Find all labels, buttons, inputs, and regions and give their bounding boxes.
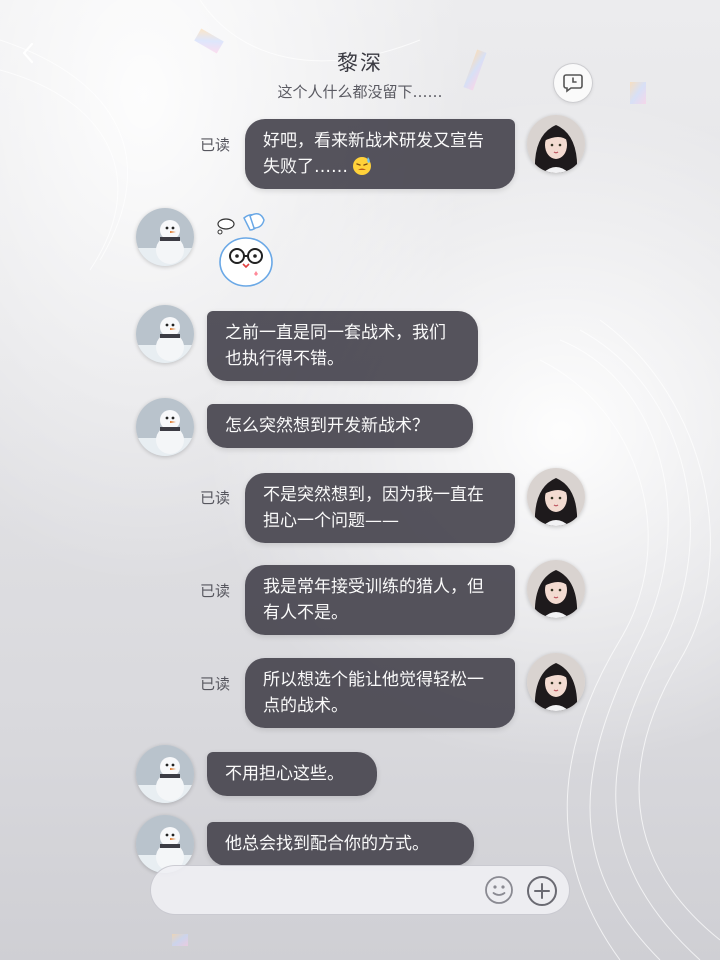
contact-name: 黎深 (337, 51, 383, 75)
contact-avatar[interactable] (136, 745, 194, 803)
emoji-button[interactable] (483, 874, 515, 906)
message-text: 我是常年接受训练的猎人，但有人不是。 (263, 577, 484, 623)
woman-portrait-icon (527, 468, 585, 526)
message-text: 所以想选个能让他觉得轻松一点的战术。 (263, 670, 484, 716)
contact-signature: 这个人什么都没留下…… (277, 83, 443, 101)
contact-avatar[interactable] (136, 208, 194, 266)
sweating-face-icon (353, 157, 371, 175)
read-receipt: 已读 (200, 582, 231, 600)
message-text: 之前一直是同一套战术，我们也执行得不错。 (225, 323, 446, 369)
my-avatar[interactable] (527, 468, 585, 526)
message-text: 他总会找到配合你的方式。 (225, 834, 429, 854)
emoji-icon (485, 876, 513, 904)
woman-portrait-icon (527, 653, 585, 711)
message-text: 不是突然想到，因为我一直在担心一个问题—— (263, 485, 484, 531)
woman-portrait-icon (527, 560, 585, 618)
my-avatar[interactable] (527, 115, 585, 173)
message-bubble[interactable]: 他总会找到配合你的方式。 (207, 822, 474, 866)
message-bubble[interactable]: 怎么突然想到开发新战术？ (207, 404, 473, 448)
snowman-icon (136, 305, 194, 363)
snowman-icon (136, 398, 194, 456)
message-bubble[interactable]: 所以想选个能让他觉得轻松一点的战术。 (245, 658, 515, 728)
my-avatar[interactable] (527, 560, 585, 618)
plus-circle-icon (527, 876, 557, 906)
my-avatar[interactable] (527, 653, 585, 711)
message-input[interactable] (171, 876, 475, 906)
read-receipt: 已读 (200, 489, 231, 507)
message-bubble[interactable]: 我是常年接受训练的猎人，但有人不是。 (245, 565, 515, 635)
message-bubble[interactable]: 不是突然想到，因为我一直在担心一个问题—— (245, 473, 515, 543)
message-bubble[interactable]: 好吧，看来新战术研发又宣告失败了…… (245, 119, 515, 189)
message-bubble[interactable]: 不用担心这些。 (207, 752, 377, 796)
more-actions-button[interactable] (525, 874, 559, 908)
snow-bunny-with-glasses-sticker (217, 213, 273, 287)
snowman-icon (136, 208, 194, 266)
message-bubble[interactable]: 之前一直是同一套战术，我们也执行得不错。 (207, 311, 478, 381)
message-text: 不用担心这些。 (225, 764, 344, 784)
message-text: 怎么突然想到开发新战术？ (225, 416, 429, 436)
contact-avatar[interactable] (136, 305, 194, 363)
read-receipt: 已读 (200, 675, 231, 693)
chat-history-button[interactable] (553, 63, 593, 103)
chat-clock-icon (563, 74, 583, 93)
chat-header: 黎深 这个人什么都没留下…… (0, 0, 720, 110)
woman-portrait-icon (527, 115, 585, 173)
sticker[interactable] (210, 212, 282, 290)
read-receipt: 已读 (200, 136, 231, 154)
snowman-icon (136, 745, 194, 803)
contact-avatar[interactable] (136, 398, 194, 456)
